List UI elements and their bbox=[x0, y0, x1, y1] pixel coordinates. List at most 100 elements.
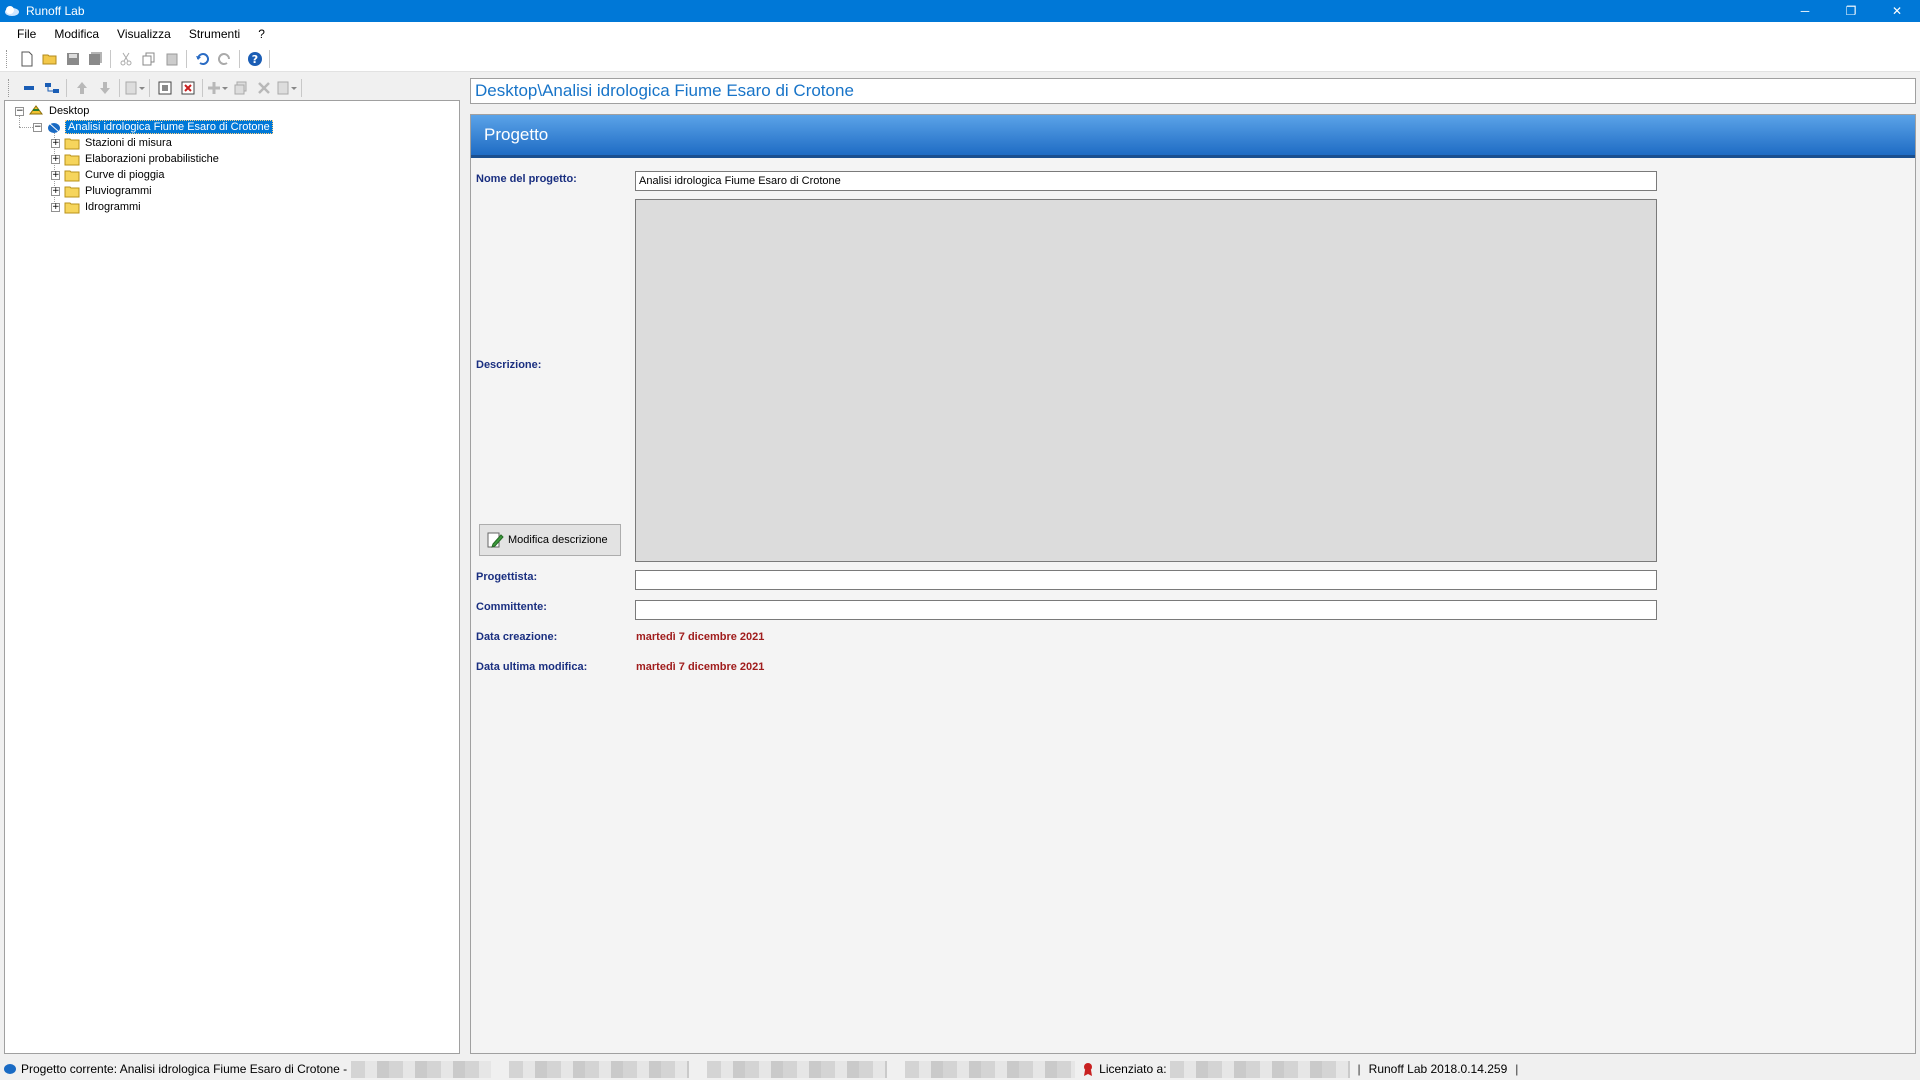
current-project-status: Progetto corrente: Analisi idrologica Fi… bbox=[21, 1062, 348, 1076]
toolbar-separator bbox=[149, 79, 150, 97]
redacted-region bbox=[509, 1060, 690, 1078]
copy-icon[interactable] bbox=[137, 48, 160, 70]
close-button[interactable]: ✕ bbox=[1874, 0, 1920, 22]
redacted-region bbox=[1169, 1060, 1350, 1078]
description-area[interactable] bbox=[635, 199, 1657, 562]
edit-document-icon bbox=[487, 532, 504, 548]
expand-toggle-icon[interactable]: + bbox=[51, 186, 60, 196]
folder-icon bbox=[64, 202, 80, 214]
tree-node-project[interactable]: − Analisi idrologica Fiume Esaro di Crot… bbox=[33, 119, 273, 135]
move-up-icon[interactable] bbox=[70, 77, 93, 99]
toolbar-grip[interactable] bbox=[6, 49, 9, 68]
redacted-region bbox=[351, 1060, 492, 1078]
created-date-label: Data creazione: bbox=[476, 631, 558, 643]
collapse-all-icon[interactable] bbox=[17, 77, 40, 99]
tree-toolbar bbox=[4, 76, 460, 100]
help-icon[interactable]: ? bbox=[243, 48, 266, 70]
tree-label-folder: Stazioni di misura bbox=[85, 137, 172, 149]
created-date-value: martedì 7 dicembre 2021 bbox=[636, 631, 765, 643]
redacted-region bbox=[905, 1060, 1076, 1078]
collapse-toggle-icon[interactable]: − bbox=[33, 122, 42, 132]
app-logo-icon bbox=[5, 6, 19, 16]
menu-visualizza[interactable]: Visualizza bbox=[108, 22, 180, 46]
edit-description-label: Modifica descrizione bbox=[508, 534, 608, 546]
expand-toggle-icon[interactable]: + bbox=[51, 202, 60, 212]
toolbar-grip[interactable] bbox=[8, 79, 11, 97]
desktop-icon bbox=[29, 105, 43, 115]
project-tree[interactable]: − Desktop − Analisi idrologica Fiume Esa… bbox=[4, 100, 460, 1054]
version-label: Runoff Lab 2018.0.14.259 bbox=[1368, 1062, 1508, 1076]
expand-tree-icon[interactable] bbox=[40, 77, 63, 99]
save-icon[interactable] bbox=[61, 48, 84, 70]
folder-icon bbox=[64, 154, 80, 166]
add-dropdown-icon[interactable] bbox=[206, 77, 229, 99]
main-toolbar: ? bbox=[0, 46, 1920, 72]
toolbar-separator bbox=[66, 79, 67, 97]
copy-item-icon[interactable] bbox=[229, 77, 252, 99]
menu-help[interactable]: ? bbox=[249, 22, 274, 46]
minimize-button[interactable]: ─ bbox=[1782, 0, 1828, 22]
breadcrumb-text: Desktop\Analisi idrologica Fiume Esaro d… bbox=[475, 81, 854, 100]
edit-description-button[interactable]: Modifica descrizione bbox=[479, 524, 621, 556]
project-properties-panel: Progetto Nome del progetto: Descrizione:… bbox=[470, 114, 1916, 1054]
delete-document-icon[interactable] bbox=[176, 77, 199, 99]
remove-icon[interactable] bbox=[252, 77, 275, 99]
redacted-region bbox=[707, 1060, 888, 1078]
client-field[interactable] bbox=[635, 600, 1657, 620]
status-separator: | bbox=[1357, 1062, 1361, 1076]
tree-label-folder: Curve di pioggia bbox=[85, 169, 165, 181]
title-bar: Runoff Lab ─ ❐ ✕ bbox=[0, 0, 1920, 22]
move-down-icon[interactable] bbox=[93, 77, 116, 99]
redo-icon[interactable] bbox=[213, 48, 236, 70]
menu-file[interactable]: File bbox=[8, 22, 45, 46]
tree-node-folder[interactable]: + Pluviogrammi bbox=[51, 183, 154, 199]
new-item-dropdown-icon[interactable] bbox=[123, 77, 146, 99]
expand-toggle-icon[interactable]: + bbox=[51, 170, 60, 180]
client-label: Committente: bbox=[476, 601, 547, 613]
paste-icon[interactable] bbox=[160, 48, 183, 70]
section-header: Progetto bbox=[471, 115, 1915, 158]
project-name-label: Nome del progetto: bbox=[476, 173, 577, 185]
tree-node-folder[interactable]: + Stazioni di misura bbox=[51, 135, 174, 151]
designer-field[interactable] bbox=[635, 570, 1657, 590]
tree-node-folder[interactable]: + Curve di pioggia bbox=[51, 167, 167, 183]
tree-label-folder: Elaborazioni probabilistiche bbox=[85, 153, 219, 165]
project-name-field[interactable] bbox=[635, 171, 1657, 191]
folder-icon bbox=[64, 170, 80, 182]
modified-date-value: martedì 7 dicembre 2021 bbox=[636, 661, 765, 673]
designer-label: Progettista: bbox=[476, 571, 538, 583]
collapse-toggle-icon[interactable]: − bbox=[15, 106, 24, 116]
tree-node-folder[interactable]: + Elaborazioni probabilistiche bbox=[51, 151, 221, 167]
tree-node-folder[interactable]: + Idrogrammi bbox=[51, 199, 143, 215]
toolbar-separator bbox=[301, 79, 302, 97]
section-title: Progetto bbox=[484, 125, 549, 144]
licensed-to-label: Licenziato a: bbox=[1099, 1062, 1167, 1076]
new-file-icon[interactable] bbox=[15, 48, 38, 70]
undo-icon[interactable] bbox=[190, 48, 213, 70]
modified-date-label: Data ultima modifica: bbox=[476, 661, 588, 673]
toolbar-separator bbox=[110, 49, 111, 68]
menu-modifica[interactable]: Modifica bbox=[45, 22, 108, 46]
duplicate-icon[interactable] bbox=[153, 77, 176, 99]
folder-icon bbox=[64, 138, 80, 150]
toolbar-separator bbox=[119, 79, 120, 97]
project-icon bbox=[4, 1064, 16, 1074]
svg-text:?: ? bbox=[251, 53, 257, 66]
expand-toggle-icon[interactable]: + bbox=[51, 154, 60, 164]
cut-icon[interactable] bbox=[114, 48, 137, 70]
restore-button[interactable]: ❐ bbox=[1828, 0, 1874, 22]
toolbar-separator bbox=[186, 49, 187, 68]
status-bar: Progetto corrente: Analisi idrologica Fi… bbox=[0, 1058, 1920, 1080]
license-ribbon-icon bbox=[1084, 1063, 1093, 1076]
menu-strumenti[interactable]: Strumenti bbox=[180, 22, 249, 46]
description-label: Descrizione: bbox=[476, 359, 542, 371]
save-all-icon[interactable] bbox=[84, 48, 107, 70]
tree-node-desktop[interactable]: − Desktop bbox=[15, 103, 91, 119]
tree-label-desktop: Desktop bbox=[49, 105, 90, 117]
status-separator: | bbox=[1515, 1062, 1519, 1076]
breadcrumb: Desktop\Analisi idrologica Fiume Esaro d… bbox=[470, 78, 1916, 104]
open-folder-icon[interactable] bbox=[38, 48, 61, 70]
expand-toggle-icon[interactable]: + bbox=[51, 138, 60, 148]
toolbar-separator bbox=[239, 49, 240, 68]
export-dropdown-icon[interactable] bbox=[275, 77, 298, 99]
